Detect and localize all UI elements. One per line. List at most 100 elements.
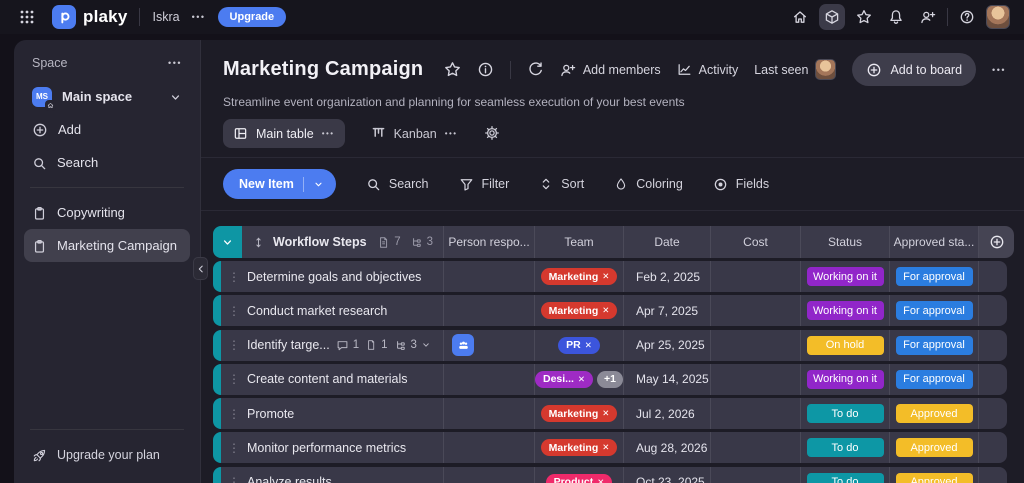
sync-icon[interactable] <box>527 61 544 78</box>
tab-main-table[interactable]: Main table ••• <box>223 119 345 148</box>
team-cell[interactable]: PR ✕ <box>534 329 623 361</box>
cost-cell[interactable] <box>710 432 800 464</box>
cost-cell[interactable] <box>710 329 800 361</box>
team-cell[interactable]: Desi... ✕ +1 <box>534 363 623 395</box>
favorite-star-icon[interactable] <box>444 61 461 78</box>
person-cell[interactable] <box>443 261 534 292</box>
task-name[interactable]: Identify targe... <box>247 338 330 352</box>
team-tag[interactable]: Marketing ✕ <box>540 405 618 423</box>
favorites-star-icon[interactable] <box>851 4 877 30</box>
workspace-menu-icon[interactable]: ••• <box>192 12 206 22</box>
sidebar-item-add[interactable]: Add <box>24 113 190 146</box>
activity-button[interactable]: Activity <box>677 62 738 77</box>
team-tag[interactable]: Marketing ✕ <box>540 439 618 457</box>
column-header-approved[interactable]: Approved sta... <box>889 226 978 258</box>
assignee-group-avatar[interactable] <box>452 334 474 357</box>
add-members-button[interactable]: Add members <box>560 62 661 78</box>
task-name[interactable]: Determine goals and objectives <box>247 270 421 284</box>
workspace-name[interactable]: Iskra <box>152 10 179 24</box>
row-menu-icon[interactable]: ⋮ <box>227 407 241 421</box>
person-cell[interactable] <box>443 466 534 483</box>
approved-badge[interactable]: For approval <box>895 335 973 355</box>
group-collapse-button[interactable] <box>213 226 242 258</box>
row-menu-icon[interactable]: ⋮ <box>227 441 241 455</box>
person-cell[interactable] <box>443 295 534 327</box>
search-button[interactable]: Search <box>366 177 429 192</box>
home-icon[interactable] <box>787 4 813 30</box>
help-icon[interactable] <box>954 4 980 30</box>
approved-badge[interactable]: For approval <box>895 301 973 321</box>
cost-cell[interactable] <box>710 466 800 483</box>
person-cell[interactable] <box>443 329 534 361</box>
task-name[interactable]: Monitor performance metrics <box>247 441 406 455</box>
approved-badge[interactable]: Approved <box>895 404 973 424</box>
date-cell[interactable]: Apr 25, 2025 <box>623 329 710 361</box>
team-cell[interactable]: Product ✕ <box>534 466 623 483</box>
remove-tag-icon[interactable]: ✕ <box>602 305 609 316</box>
date-cell[interactable]: Apr 7, 2025 <box>623 295 710 327</box>
sort-button[interactable]: Sort <box>539 177 584 191</box>
remove-tag-icon[interactable]: ✕ <box>597 477 604 483</box>
column-header-cost[interactable]: Cost <box>710 226 800 258</box>
remove-tag-icon[interactable]: ✕ <box>602 408 609 419</box>
upgrade-button[interactable]: Upgrade <box>217 7 287 27</box>
date-cell[interactable]: Feb 2, 2025 <box>623 261 710 292</box>
column-header-team[interactable]: Team <box>534 226 623 258</box>
sidebar-item-copywriting[interactable]: Copywriting <box>24 196 190 229</box>
remove-tag-icon[interactable]: ✕ <box>585 340 592 351</box>
user-avatar[interactable] <box>986 5 1010 29</box>
team-tag[interactable]: Desi... ✕ <box>535 370 594 388</box>
approved-badge[interactable]: Approved <box>895 438 973 458</box>
comments-indicator[interactable]: 1 <box>336 339 359 352</box>
row-menu-icon[interactable]: ⋮ <box>227 338 241 352</box>
cost-cell[interactable] <box>710 295 800 327</box>
remove-tag-icon[interactable]: ✕ <box>602 442 609 453</box>
status-badge[interactable]: Working on it <box>806 369 884 389</box>
status-badge[interactable]: Working on it <box>806 267 884 286</box>
notifications-bell-icon[interactable] <box>883 4 909 30</box>
plaky-logo[interactable]: plaky <box>52 5 127 29</box>
board-menu-icon[interactable]: ••• <box>992 65 1006 75</box>
person-cell[interactable] <box>443 363 534 395</box>
fields-button[interactable]: Fields <box>713 177 769 192</box>
status-badge[interactable]: Working on it <box>806 301 884 321</box>
tab-menu-icon[interactable]: ••• <box>322 129 335 138</box>
last-seen-avatar[interactable] <box>815 59 837 80</box>
row-menu-icon[interactable]: ⋮ <box>227 475 241 483</box>
column-header-date[interactable]: Date <box>623 226 710 258</box>
task-name[interactable]: Promote <box>247 407 294 421</box>
row-menu-icon[interactable]: ⋮ <box>227 372 241 386</box>
row-menu-icon[interactable]: ⋮ <box>227 270 241 284</box>
more-tags-chip[interactable]: +1 <box>597 370 623 388</box>
team-tag[interactable]: Product ✕ <box>545 473 613 483</box>
approved-badge[interactable]: For approval <box>895 369 973 389</box>
column-header-status[interactable]: Status <box>800 226 889 258</box>
view-settings-gear-icon[interactable] <box>484 125 500 143</box>
sidebar-collapse-button[interactable] <box>193 257 208 280</box>
chevron-down-icon[interactable] <box>169 89 182 104</box>
date-cell[interactable]: Oct 23, 2025 <box>623 466 710 483</box>
sidebar-item-main-space[interactable]: MS Main space <box>24 80 190 113</box>
tab-menu-icon[interactable]: ••• <box>445 129 458 138</box>
task-name[interactable]: Conduct market research <box>247 304 387 318</box>
task-name[interactable]: Analyze results <box>247 475 332 483</box>
team-cell[interactable]: Marketing ✕ <box>534 432 623 464</box>
status-badge[interactable]: To do <box>806 472 884 483</box>
team-cell[interactable]: Marketing ✕ <box>534 295 623 327</box>
sidebar-item-marketing-campaign[interactable]: Marketing Campaign <box>24 229 190 262</box>
cost-cell[interactable] <box>710 398 800 430</box>
tab-kanban[interactable]: Kanban ••• <box>361 119 468 148</box>
upgrade-plan-link[interactable]: Upgrade your plan <box>24 438 190 471</box>
board-info-icon[interactable] <box>477 61 494 78</box>
space-menu-icon[interactable]: ••• <box>168 58 182 68</box>
row-menu-icon[interactable]: ⋮ <box>227 304 241 318</box>
status-badge[interactable]: To do <box>806 404 884 424</box>
approved-badge[interactable]: For approval <box>895 267 973 286</box>
person-cell[interactable] <box>443 398 534 430</box>
files-indicator[interactable]: 1 <box>365 339 388 351</box>
team-tag[interactable]: Marketing ✕ <box>540 302 618 320</box>
subitems-indicator[interactable]: 3 <box>394 339 431 352</box>
add-to-board-button[interactable]: Add to board <box>852 53 977 86</box>
remove-tag-icon[interactable]: ✕ <box>578 374 585 385</box>
task-name[interactable]: Create content and materials <box>247 372 408 386</box>
